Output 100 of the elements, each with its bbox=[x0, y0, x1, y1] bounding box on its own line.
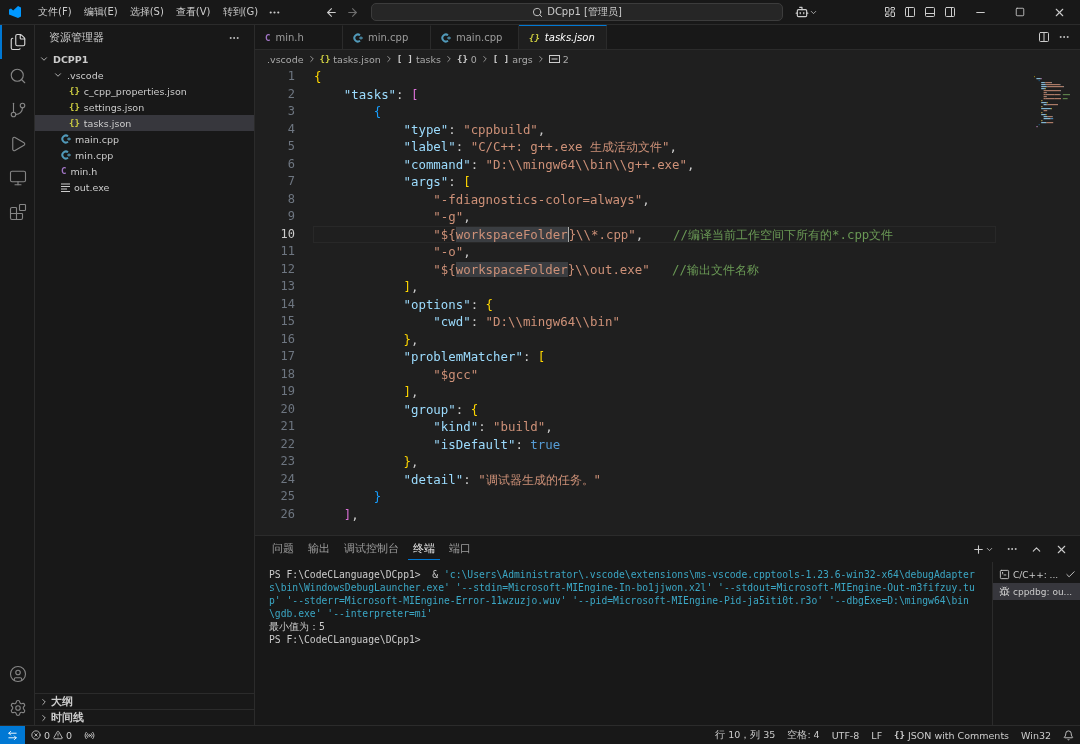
warning-icon bbox=[53, 730, 64, 740]
file-tree-item[interactable]: out.exe bbox=[35, 179, 254, 195]
file-tree-item[interactable]: C min.h bbox=[35, 163, 254, 179]
cpp-file-icon bbox=[61, 134, 71, 144]
line-number: 24 bbox=[280, 470, 295, 488]
code-token: "调试器生成的任务。" bbox=[478, 471, 602, 487]
file-tree-item[interactable]: {} c_cpp_properties.json bbox=[35, 83, 254, 99]
panel-tab[interactable]: 终端 bbox=[408, 538, 440, 560]
code-token: "-o" bbox=[432, 244, 464, 259]
editor-tab[interactable]: {} tasks.json bbox=[519, 25, 607, 49]
code-token: , bbox=[411, 384, 419, 399]
line-number: 13 bbox=[280, 278, 295, 295]
language-status[interactable]: {} JSON with Comments bbox=[888, 729, 1016, 741]
lines-file-icon bbox=[61, 182, 70, 192]
problems-status[interactable]: 0 0 bbox=[25, 729, 79, 741]
section-header[interactable]: 大纲 bbox=[35, 693, 254, 709]
code-token: "tasks" bbox=[342, 86, 397, 102]
line-number: 20 bbox=[280, 400, 295, 418]
code-token: , bbox=[642, 191, 650, 207]
code-token: { bbox=[485, 296, 494, 312]
code-token: "args" bbox=[402, 174, 449, 189]
code-token: "D:\\mingw64\\bin" bbox=[485, 314, 620, 329]
status-item[interactable]: 空格: 4 bbox=[781, 728, 826, 742]
section-title: 大纲 bbox=[51, 694, 73, 709]
code-token: "problemMatcher" bbox=[402, 349, 523, 364]
file-tree-item[interactable]: {} tasks.json bbox=[35, 115, 254, 131]
line-number: 6 bbox=[287, 155, 295, 173]
code-token: true bbox=[530, 436, 561, 452]
status-item[interactable]: LF bbox=[865, 729, 889, 741]
code-token: workspaceFolder bbox=[455, 226, 569, 242]
code-token: : bbox=[396, 86, 405, 102]
line-number: 11 bbox=[280, 243, 295, 260]
minimap-drawing bbox=[1034, 76, 1070, 130]
code-token: : bbox=[515, 436, 524, 452]
menu-item[interactable]: 转到(G) bbox=[216, 5, 265, 19]
code-token: "group" bbox=[402, 401, 456, 417]
panel-tab[interactable]: 输出 bbox=[303, 538, 335, 560]
app-logo-icon bbox=[8, 5, 22, 19]
c-file-icon: C bbox=[61, 166, 67, 176]
menu-item[interactable]: 文件(F) bbox=[32, 5, 78, 19]
file-tree-item[interactable]: min.cpp bbox=[35, 147, 254, 163]
menu-item[interactable]: 选择(S) bbox=[123, 5, 170, 19]
terminal-session[interactable]: C/C++: ... bbox=[993, 566, 1080, 583]
arrows-icon bbox=[7, 729, 18, 741]
status-item[interactable]: UTF-8 bbox=[825, 729, 866, 741]
code-token: "options" bbox=[402, 296, 471, 312]
line-number: 17 bbox=[280, 348, 295, 365]
braces-icon: {} bbox=[69, 118, 80, 128]
breadcrumb-item[interactable]: tasks bbox=[416, 53, 441, 65]
line-number: 4 bbox=[287, 120, 295, 138]
code-token: "detail" bbox=[402, 471, 464, 487]
menu-item[interactable]: 查看(V) bbox=[169, 5, 217, 19]
breadcrumb-item[interactable]: tasks.json bbox=[333, 53, 381, 65]
check-icon bbox=[1065, 569, 1076, 580]
line-number: 8 bbox=[287, 190, 295, 208]
line-number: 5 bbox=[287, 138, 295, 155]
breadcrumb-item[interactable]: 0 bbox=[470, 53, 477, 65]
search-icon bbox=[532, 6, 544, 18]
code-token: //编译当前工作空间下所有的*.cpp文件 bbox=[672, 226, 894, 242]
code-token: , bbox=[537, 121, 546, 137]
file-tree-item[interactable]: .vscode bbox=[35, 67, 254, 83]
code-token: : bbox=[448, 121, 457, 137]
code-token: : bbox=[455, 401, 465, 417]
code-token: "-g" bbox=[432, 209, 464, 224]
braces-icon: {} bbox=[319, 54, 331, 64]
file-tree-item[interactable]: {} settings.json bbox=[35, 99, 254, 115]
search-text: DCpp1 [管理员] bbox=[547, 5, 622, 19]
file-tree-item[interactable]: main.cpp bbox=[35, 131, 254, 147]
symbol-icon: {} bbox=[456, 54, 468, 64]
panel-tab[interactable]: 端口 bbox=[444, 538, 476, 560]
status-item[interactable]: 行 10，列 35 bbox=[709, 728, 782, 742]
symbol-icon: [ ] bbox=[396, 54, 413, 64]
command-center-search[interactable]: DCpp1 [管理员] bbox=[371, 3, 784, 21]
code-token: }\\out.exe" bbox=[567, 261, 650, 277]
panel-tab[interactable]: 调试控制台 bbox=[339, 538, 404, 560]
menu-item[interactable]: 编辑(E) bbox=[77, 5, 124, 19]
panel-tab[interactable]: 问题 bbox=[267, 538, 299, 560]
line-number: 15 bbox=[280, 313, 295, 330]
code-token: , bbox=[545, 419, 553, 434]
breadcrumb-item[interactable]: args bbox=[512, 53, 533, 65]
code-token: "cppbuild" bbox=[463, 121, 538, 137]
terminal-line: PS F:\CodeCLanguage\DCpp1> & 'c:\Users\Administrator\.vscode\extensions\ms-vscode.cpptools-1.23.6-win32-x64\debugAdapters\bin\WindowsDebugLauncher.exe' '--stdin=Microsoft-MIEngine-In-bo1jjwon.x2l' '--stdout=Microsoft-MIEngine-Out-m3fifzuy.tup' '--stderr=Microsoft-MIEngine-Error-11wzuzjo.wuv' '--pid=Microsoft-MIEngine-Pid-ja5iti0t.r3o' '--dbgExe=D:\mingw64\bin\gdb.exe' '--interpreter=mi' bbox=[269, 568, 976, 620]
line-number: 10 bbox=[280, 225, 295, 243]
code-token: "command" bbox=[402, 156, 471, 172]
line-number: 19 bbox=[280, 383, 295, 400]
folder-header[interactable]: DCPP1 bbox=[35, 51, 254, 67]
code-token: "cwd" bbox=[432, 314, 471, 329]
bug-icon bbox=[999, 586, 1010, 597]
terminal-line: 最小值为：5 bbox=[269, 620, 326, 633]
code-token: , bbox=[463, 209, 471, 224]
braces-icon: {} bbox=[894, 730, 905, 740]
line-number: 22 bbox=[280, 435, 295, 453]
code-token: }\\*.cpp" bbox=[568, 226, 636, 242]
breadcrumb-item[interactable]: .vscode bbox=[267, 53, 304, 65]
code-token: } bbox=[372, 489, 382, 504]
code-token: , bbox=[351, 506, 359, 522]
breadcrumb-item[interactable]: 2 bbox=[562, 53, 569, 65]
status-item[interactable]: Win32 bbox=[1015, 729, 1057, 741]
remote-button[interactable] bbox=[0, 725, 25, 744]
terminal-session[interactable]: cppdbg: ou... bbox=[993, 583, 1080, 600]
